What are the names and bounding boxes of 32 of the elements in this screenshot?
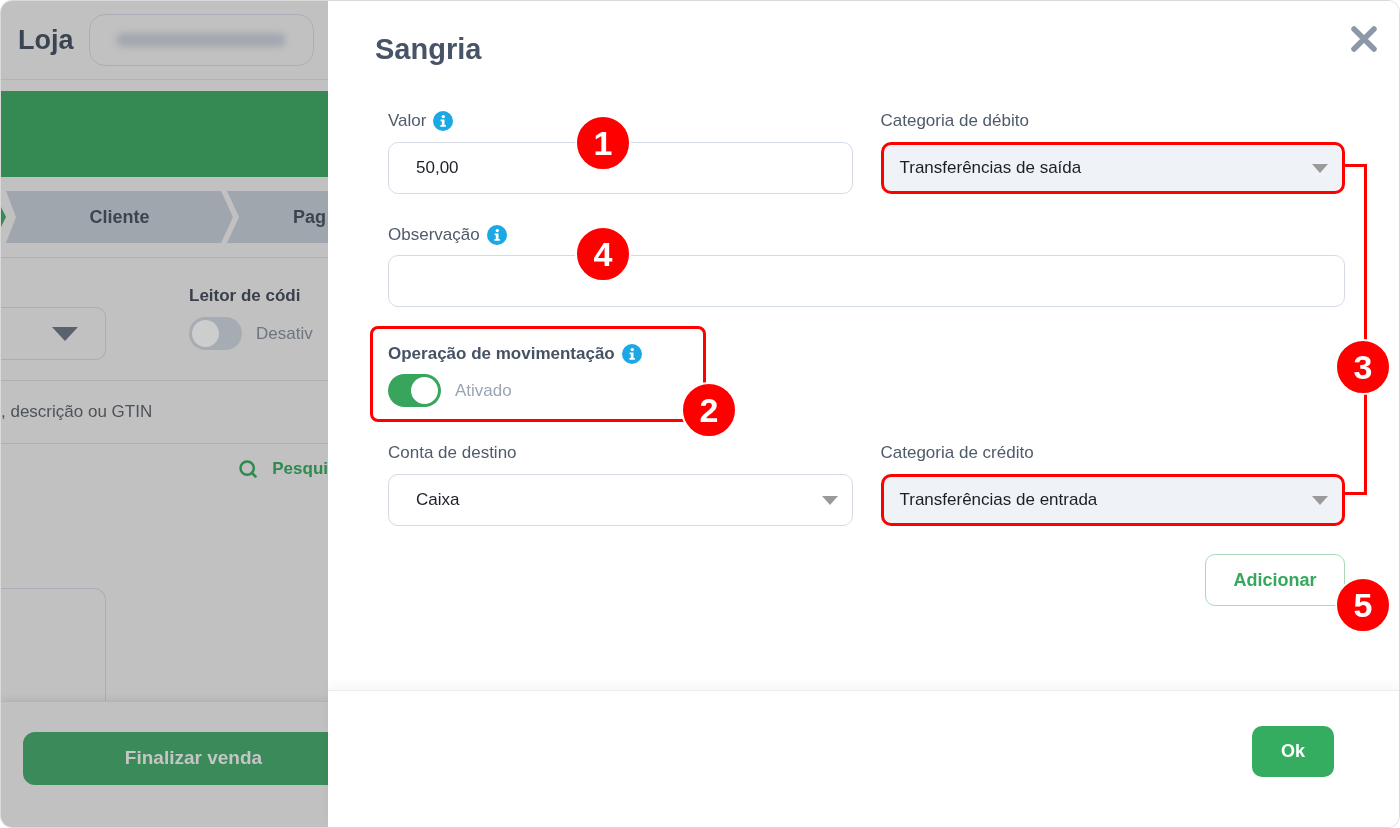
toggle-status: Desativ [256,322,313,345]
toggle-switch[interactable] [189,317,242,350]
info-icon[interactable] [486,225,507,245]
caret-icon [821,495,838,505]
field-label: Valor [388,110,427,133]
field-label: Observação [388,224,480,247]
caret-icon [52,326,78,341]
close-button[interactable] [1349,24,1379,54]
dialog-title: Sangria [375,32,482,66]
toggle-switch[interactable] [388,374,441,407]
add-button[interactable]: Adicionar [1205,554,1345,606]
info-icon[interactable] [621,344,642,364]
step-tab[interactable]: Pag [227,191,328,243]
field-label: Categoria de débito [880,110,1029,133]
search-icon [238,459,259,479]
search-field[interactable]: , descrição ou GTIN [1,381,328,443]
close-icon [1350,25,1378,53]
info-icon[interactable] [433,111,454,131]
select-field[interactable]: Caixa [388,474,853,526]
finish-sale-button[interactable]: Finalizar venda [23,732,328,785]
field-label: Operação de movimentação [388,343,615,366]
caret-icon [1312,163,1328,173]
store-name: Loja [17,23,74,57]
ok-button[interactable]: Ok [1252,726,1334,777]
search-link[interactable]: Pesqui [238,456,328,482]
field-label: Categoria de crédito [880,442,1034,465]
dropdown-field[interactable] [1,307,106,360]
step-tab[interactable]: Cliente [6,191,233,243]
field-label: Conta de destino [388,442,517,465]
barcode-reader-label: Leitor de códi [189,286,302,306]
caret-icon [1312,495,1328,505]
toggle-status: Ativado [455,379,512,402]
